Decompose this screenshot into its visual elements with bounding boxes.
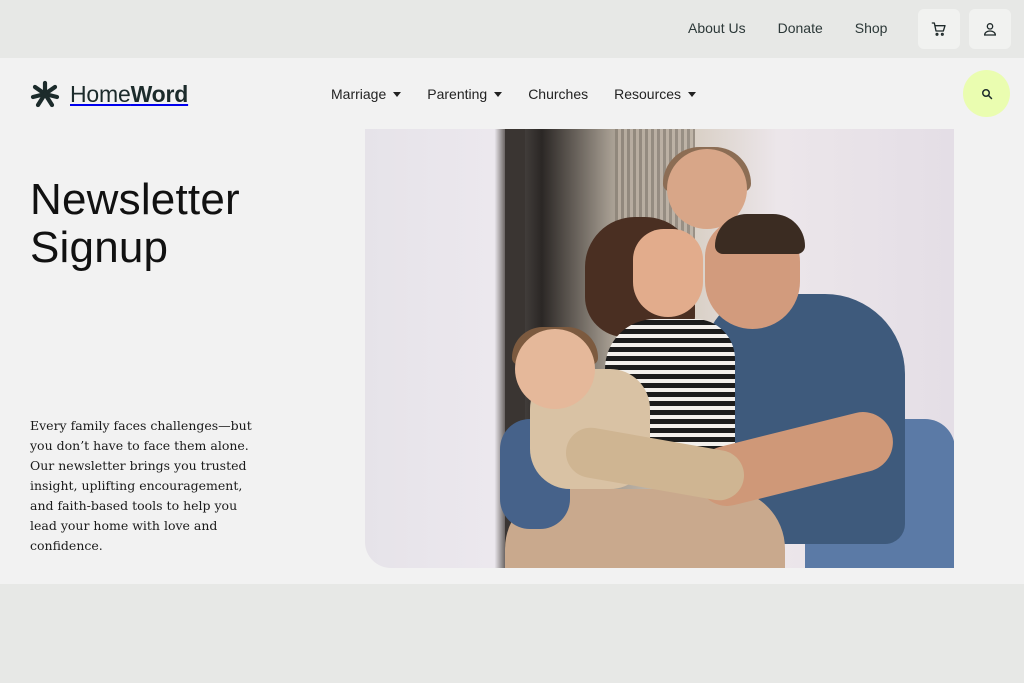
nav-label: Resources [614,86,682,102]
nav-label: Churches [528,86,589,102]
cart-icon [931,22,946,36]
nav-item-resources[interactable]: Resources [614,86,697,102]
about-us-link[interactable]: About Us [688,20,746,36]
page-title: Newsletter Signup [30,175,240,272]
nav-item-parenting[interactable]: Parenting [427,86,503,102]
user-icon [983,23,997,36]
nav-item-churches[interactable]: Churches [528,86,588,102]
nav-label: Marriage [331,86,387,102]
search-button[interactable] [963,70,1010,117]
homeword-logo[interactable]: HomeWord [30,80,188,108]
intro-text: Every family faces challenges—but you do… [30,418,252,553]
nav-item-marriage[interactable]: Marriage [331,86,402,102]
caret-down-icon [393,91,402,97]
main-panel: HomeWord Marriage Parenting Churches Res… [0,58,1024,584]
homeword-burst-logo [30,80,60,108]
account-button[interactable] [969,9,1011,49]
nav-label: Parenting [427,86,488,102]
main-nav: Marriage Parenting Churches Resources [331,86,697,102]
caret-down-icon [494,91,503,97]
caret-down-icon [688,91,697,97]
search-icon [981,88,992,99]
hero-family-photo [365,129,954,568]
logo-wordmark: HomeWord [70,80,189,107]
utility-bar: About Us Donate Shop [0,0,1024,58]
utility-nav: About Us Donate Shop [688,20,887,36]
shop-link[interactable]: Shop [855,20,888,36]
cart-button[interactable] [918,9,960,49]
donate-link[interactable]: Donate [778,20,823,36]
